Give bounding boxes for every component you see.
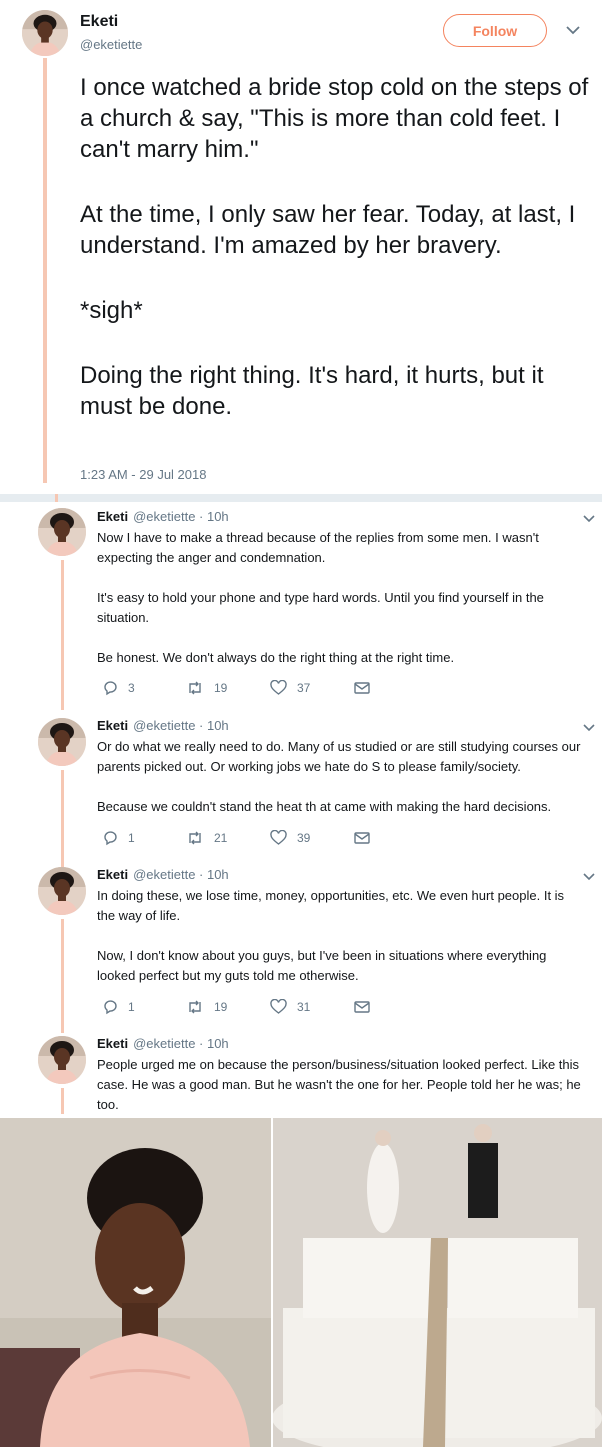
reply-paragraph: It's easy to hold your phone and type ha… (97, 590, 544, 625)
thread-line (61, 919, 64, 1033)
reply-icon (104, 831, 117, 846)
reply-paragraph: In doing these, we lose time, money, opp… (97, 888, 565, 923)
reply-icon (104, 1000, 117, 1015)
reply-action[interactable]: 1 (102, 999, 186, 1015)
photo-cake[interactable] (273, 1118, 602, 1447)
tweet-paragraph: I once watched a bride stop cold on the … (80, 74, 589, 163)
thread-line (43, 58, 47, 483)
action-bar: 1 21 39 (102, 830, 438, 846)
tweet-paragraph: *sigh* (80, 297, 143, 324)
like-action[interactable]: 37 (270, 680, 354, 696)
divider (0, 494, 602, 502)
like-count: 31 (297, 1000, 311, 1014)
retweet-count: 21 (214, 831, 228, 845)
author-name[interactable]: Eketi (80, 13, 118, 31)
author-name[interactable]: Eketi (97, 867, 128, 882)
retweet-icon (189, 831, 201, 845)
chevron-down-icon[interactable] (565, 22, 581, 38)
tweet-text: I once watched a bride stop cold on the … (80, 72, 590, 456)
reply-header: Eketi @eketiette · 10h (97, 718, 229, 733)
cake-image (273, 1118, 602, 1447)
chevron-down-icon[interactable] (582, 721, 596, 735)
avatar[interactable] (38, 867, 86, 915)
photo-woman[interactable] (0, 1118, 271, 1447)
action-bar: 3 19 37 (102, 680, 438, 696)
like-action[interactable]: 39 (270, 830, 354, 846)
reply-count: 1 (128, 1000, 135, 1014)
reply-text: Or do what we really need to do. Many of… (97, 737, 597, 837)
tweet-paragraph: Doing the right thing. It's hard, it hur… (80, 362, 544, 420)
envelope-icon (354, 1001, 370, 1013)
retweet-count: 19 (214, 681, 228, 695)
retweet-action[interactable]: 21 (186, 830, 270, 846)
reply-text: Now I have to make a thread because of t… (97, 528, 583, 688)
action-bar: 1 19 31 (102, 999, 438, 1015)
reply-paragraph: Or do what we really need to do. Many of… (97, 739, 581, 774)
reply-paragraph: People urged me on because the person/bu… (97, 1057, 581, 1112)
author-name[interactable]: Eketi (97, 718, 128, 733)
author-meta[interactable]: @eketiette · 10h (133, 1036, 229, 1051)
retweet-icon (189, 1000, 201, 1014)
avatar[interactable] (22, 10, 68, 56)
retweet-count: 19 (214, 1000, 228, 1014)
follow-button[interactable]: Follow (443, 14, 547, 47)
reply-header: Eketi @eketiette · 10h (97, 867, 229, 882)
author-meta[interactable]: @eketiette · 10h (133, 509, 229, 524)
dm-action[interactable] (354, 681, 438, 695)
reply-count: 1 (128, 831, 135, 845)
reply-icon (104, 681, 117, 696)
reply-text: In doing these, we lose time, money, opp… (97, 886, 583, 1006)
thread-line (61, 770, 64, 867)
envelope-icon (354, 832, 370, 844)
author-meta[interactable]: @eketiette · 10h (133, 718, 229, 733)
retweet-icon (189, 681, 201, 695)
avatar[interactable] (38, 508, 86, 556)
retweet-action[interactable]: 19 (186, 999, 270, 1015)
heart-icon (270, 680, 287, 695)
timestamp[interactable]: 1:23 AM - 29 Jul 2018 (80, 467, 206, 482)
reply-header: Eketi @eketiette · 10h (97, 509, 229, 524)
retweet-action[interactable]: 19 (186, 680, 270, 696)
dm-action[interactable] (354, 831, 438, 845)
author-handle[interactable]: @eketiette (80, 37, 142, 52)
dm-action[interactable] (354, 1000, 438, 1014)
chevron-down-icon[interactable] (582, 870, 596, 884)
chevron-down-icon[interactable] (582, 512, 596, 526)
heart-icon (270, 999, 287, 1014)
like-count: 39 (297, 831, 311, 845)
thread-line (55, 494, 58, 502)
reply-header: Eketi @eketiette · 10h (97, 1036, 229, 1051)
tweet-paragraph: At the time, I only saw her fear. Today,… (80, 201, 576, 259)
author-name[interactable]: Eketi (97, 509, 128, 524)
thread-line (61, 1088, 64, 1114)
reply-paragraph: Be honest. We don't always do the right … (97, 650, 455, 665)
avatar[interactable] (38, 718, 86, 766)
reply-action[interactable]: 1 (102, 830, 186, 846)
thread-line (61, 560, 64, 710)
like-action[interactable]: 31 (270, 999, 354, 1015)
author-meta[interactable]: @eketiette · 10h (133, 867, 229, 882)
reply-paragraph: Now I have to make a thread because of t… (97, 530, 539, 565)
author-name[interactable]: Eketi (97, 1036, 128, 1051)
reply-count: 3 (128, 681, 135, 695)
avatar[interactable] (38, 1036, 86, 1084)
heart-icon (270, 830, 287, 845)
reply-paragraph: Because we couldn't stand the heat th at… (97, 799, 552, 814)
envelope-icon (354, 682, 370, 694)
reply-paragraph: Now, I don't know about you guys, but I'… (97, 948, 547, 983)
like-count: 37 (297, 681, 311, 695)
portrait-image (0, 1118, 271, 1447)
reply-action[interactable]: 3 (102, 680, 186, 696)
